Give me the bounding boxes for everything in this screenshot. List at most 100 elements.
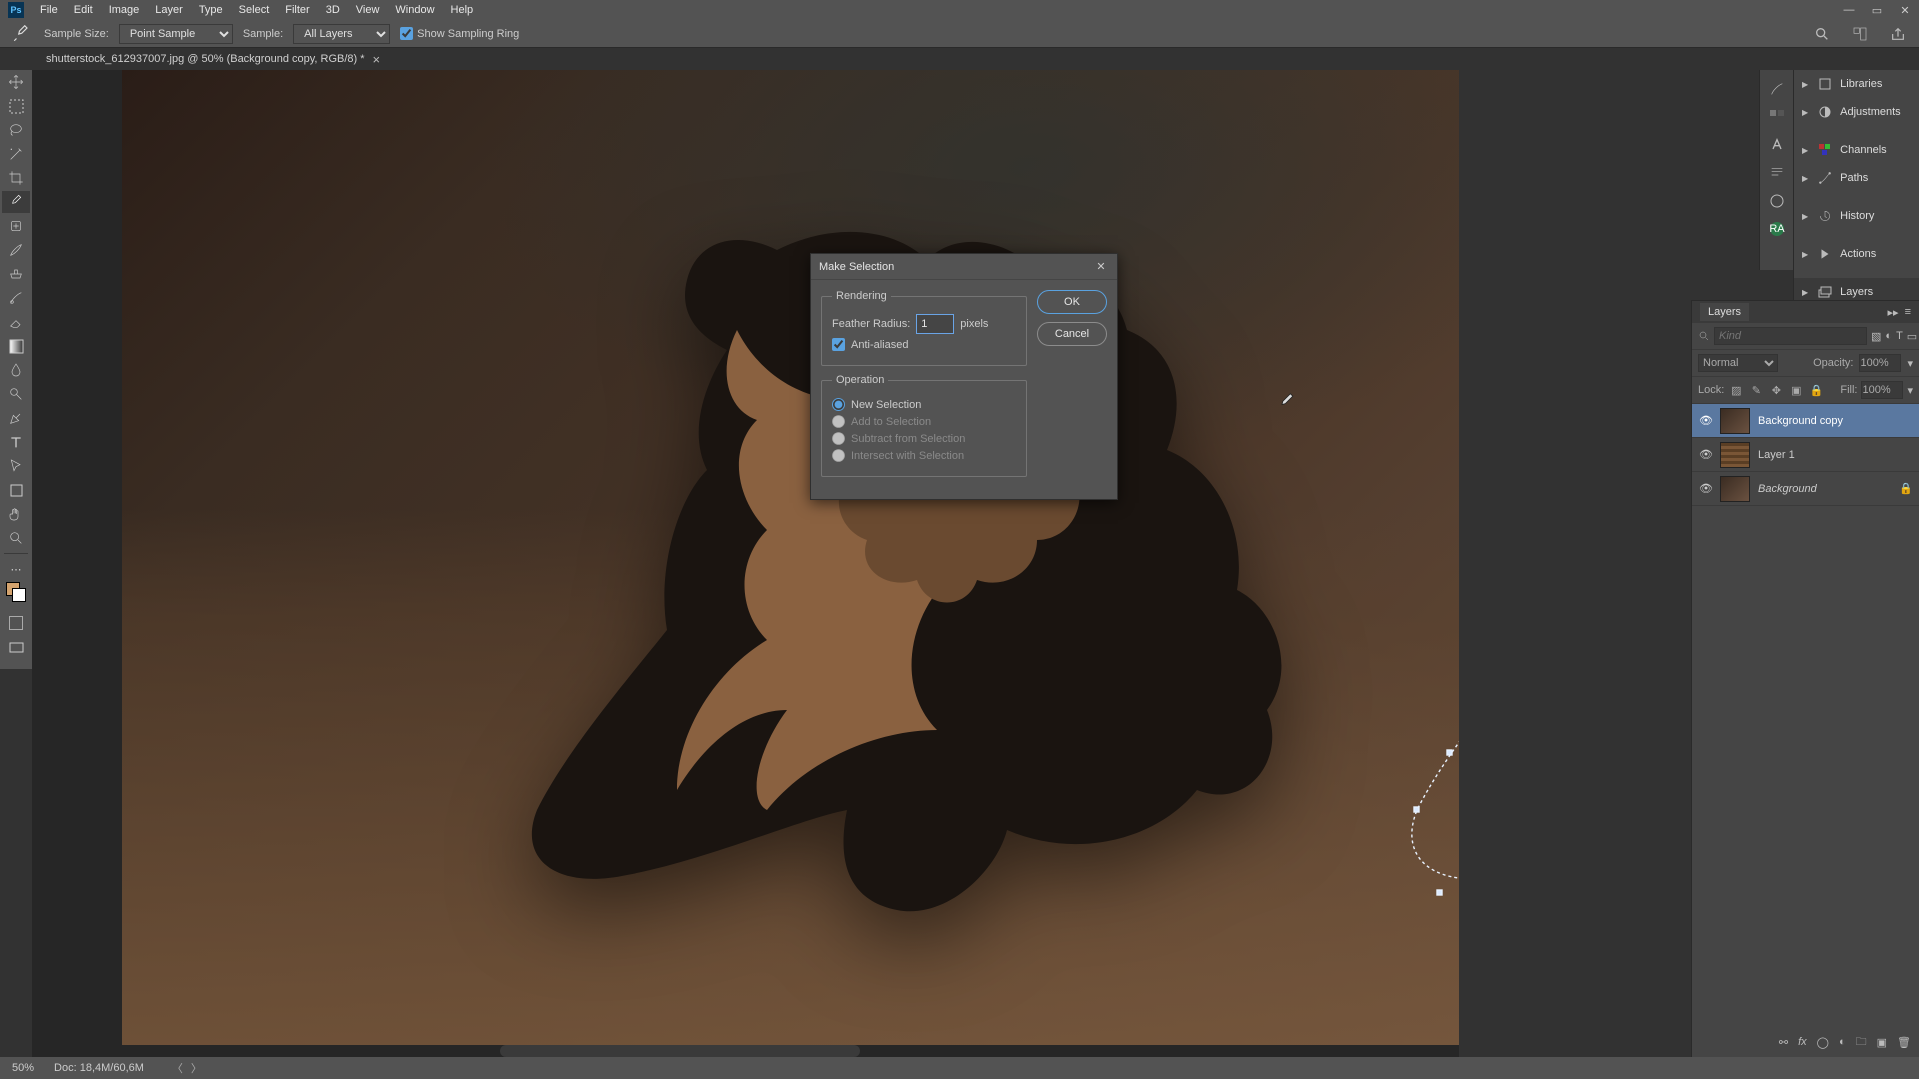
op-new-radio[interactable] [832,398,845,411]
layer-filter-input[interactable] [1714,327,1867,345]
panel-actions[interactable]: ▶Actions [1794,240,1919,268]
collapse-panel-icon[interactable]: ▸▸ [1888,306,1899,319]
search-icon[interactable] [1809,21,1835,47]
visibility-eye-icon[interactable]: 👁 [1692,448,1720,461]
layers-tab[interactable]: Layers [1700,303,1749,321]
layer-thumbnail[interactable] [1720,476,1750,502]
sample-size-select[interactable]: Point Sample [119,24,233,44]
blend-mode-select[interactable]: Normal [1698,354,1778,372]
menu-file[interactable]: File [32,4,66,16]
menu-filter[interactable]: Filter [277,4,317,16]
feather-radius-input[interactable] [916,314,954,334]
opacity-dropdown-icon[interactable]: ▾ [1907,357,1913,370]
layer-name[interactable]: Background copy [1758,415,1919,427]
menu-window[interactable]: Window [387,4,442,16]
panel-paths[interactable]: ▶Paths [1794,164,1919,192]
shape-tool-icon[interactable] [2,479,30,501]
hand-tool-icon[interactable] [2,503,30,525]
link-layers-icon[interactable]: ⚯ [1779,1036,1788,1049]
lock-position-icon[interactable]: ✥ [1768,382,1784,398]
gradient-tool-icon[interactable] [2,335,30,357]
lock-artboard-icon[interactable]: ▣ [1788,382,1804,398]
share-icon[interactable] [1885,21,1911,47]
fill-dropdown-icon[interactable]: ▾ [1907,384,1913,397]
background-color-swatch[interactable] [12,588,26,602]
character-panel-icon[interactable] [1766,134,1788,156]
paragraph-panel-icon[interactable] [1766,162,1788,184]
brush-panel-icon[interactable] [1766,78,1788,100]
opacity-input[interactable] [1859,354,1901,372]
panel-history[interactable]: ▶History [1794,202,1919,230]
layer-thumbnail[interactable] [1720,408,1750,434]
layer-thumbnail[interactable] [1720,442,1750,468]
close-tab-icon[interactable]: × [373,52,381,67]
color-swatches[interactable] [2,582,30,610]
menu-image[interactable]: Image [101,4,148,16]
menu-edit[interactable]: Edit [66,4,101,16]
fill-input[interactable] [1861,381,1903,399]
profile-panel-icon[interactable]: RA [1766,218,1788,240]
clone-stamp-tool-icon[interactable] [2,263,30,285]
sample-select[interactable]: All Layers [293,24,390,44]
color-panel-icon[interactable] [1766,190,1788,212]
window-minimize-button[interactable]: — [1835,0,1863,20]
mask-icon[interactable]: ◯ [1817,1036,1829,1049]
new-layer-icon[interactable]: ▣ [1877,1036,1887,1049]
zoom-level[interactable]: 50% [12,1062,34,1074]
filter-pixel-icon[interactable]: ▧ [1871,327,1881,345]
window-maximize-button[interactable]: ▭ [1863,0,1891,20]
swatches-panel-icon[interactable] [1766,106,1788,128]
visibility-eye-icon[interactable]: 👁 [1692,482,1720,495]
visibility-eye-icon[interactable]: 👁 [1692,414,1720,427]
screenmode-tool-icon[interactable] [2,636,30,658]
move-tool-icon[interactable] [2,71,30,93]
path-select-tool-icon[interactable] [2,455,30,477]
status-prev-icon[interactable]: 〈 [172,1060,183,1076]
horizontal-scrollbar[interactable] [500,1045,860,1057]
dodge-tool-icon[interactable] [2,383,30,405]
dialog-close-icon[interactable]: ✕ [1093,259,1109,275]
layer-name[interactable]: Layer 1 [1758,449,1919,461]
panel-adjustments[interactable]: ▶Adjustments [1794,98,1919,126]
filter-shape-icon[interactable]: ▭ [1907,327,1917,345]
group-icon[interactable]: 🗀 [1856,1033,1867,1052]
crop-tool-icon[interactable] [2,167,30,189]
lasso-tool-icon[interactable] [2,119,30,141]
eyedropper-tool-icon[interactable] [8,24,34,44]
filter-type-icon[interactable]: T [1896,327,1903,345]
lock-transparency-icon[interactable]: ▨ [1728,382,1744,398]
fx-icon[interactable]: fx [1798,1036,1807,1048]
blur-tool-icon[interactable] [2,359,30,381]
document-tab[interactable]: shutterstock_612937007.jpg @ 50% (Backgr… [38,49,388,70]
menu-help[interactable]: Help [443,4,482,16]
panel-channels[interactable]: ▶Channels [1794,136,1919,164]
pen-tool-icon[interactable] [2,407,30,429]
layer-item[interactable]: 👁 Background 🔒 [1692,472,1919,506]
panel-menu-icon[interactable]: ≡ [1905,306,1911,318]
type-tool-icon[interactable] [2,431,30,453]
lock-pixels-icon[interactable]: ✎ [1748,382,1764,398]
layer-item[interactable]: 👁 Background copy [1692,404,1919,438]
menu-view[interactable]: View [348,4,388,16]
filter-kind-icon[interactable] [1698,327,1710,345]
menu-select[interactable]: Select [231,4,278,16]
eraser-tool-icon[interactable] [2,311,30,333]
status-next-icon[interactable]: 〉 [191,1060,202,1076]
doc-size[interactable]: Doc: 18,4M/60,6M [54,1062,144,1074]
panel-libraries[interactable]: ▶Libraries [1794,70,1919,98]
layer-name[interactable]: Background [1758,483,1899,495]
menu-type[interactable]: Type [191,4,231,16]
marquee-tool-icon[interactable] [2,95,30,117]
magic-wand-tool-icon[interactable] [2,143,30,165]
workspace-icon[interactable] [1847,21,1873,47]
eyedropper-tool-icon[interactable] [2,191,30,213]
filter-adjust-icon[interactable]: ◐ [1885,327,1892,345]
document-canvas[interactable] [122,70,1459,1045]
history-brush-tool-icon[interactable] [2,287,30,309]
delete-layer-icon[interactable]: 🗑 [1897,1036,1911,1049]
anti-aliased-checkbox[interactable] [832,338,845,351]
brush-tool-icon[interactable] [2,239,30,261]
edit-toolbar-icon[interactable]: ⋯ [2,558,30,580]
menu-layer[interactable]: Layer [147,4,191,16]
zoom-tool-icon[interactable] [2,527,30,549]
